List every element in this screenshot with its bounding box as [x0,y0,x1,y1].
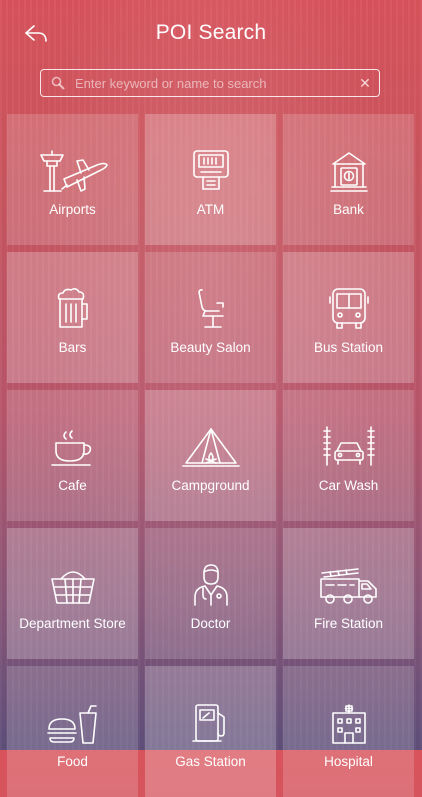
category-label: Department Store [19,616,126,631]
category-label: Fire Station [313,616,384,631]
category-beauty-salon[interactable]: Beauty Salon [145,252,276,383]
category-label: Bars [58,340,87,355]
fire-truck-icon [318,561,380,607]
car-wash-icon [321,423,377,469]
tent-icon [181,423,240,469]
shopping-basket-icon [49,561,97,607]
category-cafe[interactable]: Cafe [7,390,138,521]
atm-icon [191,147,231,193]
salon-chair-icon [193,285,229,331]
search-bar: ✕ [40,69,380,97]
page-title: POI Search [155,21,267,44]
category-label: Bus Station [313,340,384,355]
close-icon[interactable]: ✕ [351,75,379,92]
category-department-store[interactable]: Department Store [7,528,138,659]
category-grid: Airports ATM Bank Bars Beauty Salon Bus … [7,114,415,797]
search-input[interactable] [71,75,351,91]
category-label: Beauty Salon [170,340,251,355]
category-label: Car Wash [318,478,379,493]
fast-food-icon [46,699,100,745]
category-label: Doctor [190,616,231,631]
category-bars[interactable]: Bars [7,252,138,383]
category-bus-station[interactable]: Bus Station [283,252,414,383]
category-hospital[interactable]: Hospital [283,666,414,797]
category-label: Food [57,754,88,769]
search-icon [45,76,71,90]
category-label: Gas Station [175,754,246,769]
bus-icon [328,285,369,331]
category-label: ATM [196,202,225,217]
category-label: Cafe [58,478,87,493]
category-gas-station[interactable]: Gas Station [145,666,276,797]
category-label: Bank [333,202,364,217]
category-airports[interactable]: Airports [7,114,138,245]
fuel-pump-icon [191,699,231,745]
category-label: Hospital [324,754,373,769]
beer-icon [55,285,91,331]
category-fire-station[interactable]: Fire Station [283,528,414,659]
category-doctor[interactable]: Doctor [145,528,276,659]
category-campground[interactable]: Campground [145,390,276,521]
doctor-icon [191,561,231,607]
bank-icon [329,147,368,193]
coffee-cup-icon [50,423,96,469]
hospital-icon [329,699,369,745]
airport-icon [37,147,109,193]
category-car-wash[interactable]: Car Wash [283,390,414,521]
category-label: Campground [171,478,250,493]
category-bank[interactable]: Bank [283,114,414,245]
header: POI Search [0,0,422,68]
category-food[interactable]: Food [7,666,138,797]
category-atm[interactable]: ATM [145,114,276,245]
category-label: Airports [49,202,96,217]
